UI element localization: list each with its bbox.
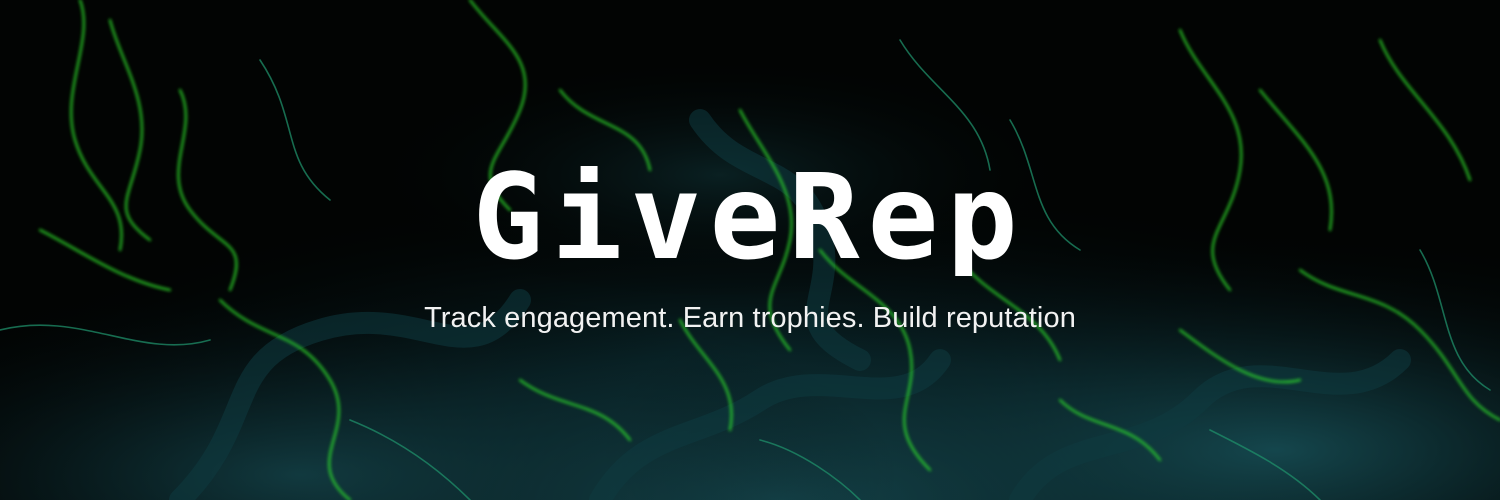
giverep-logo: GiveRep — [316, 166, 1182, 276]
giverep-banner: GiveRep Track engagement. Earn trophies.… — [0, 0, 1500, 500]
logo-wordmark: GiveRep — [472, 166, 1025, 276]
tagline: Track engagement. Earn trophies. Build r… — [424, 302, 1076, 334]
